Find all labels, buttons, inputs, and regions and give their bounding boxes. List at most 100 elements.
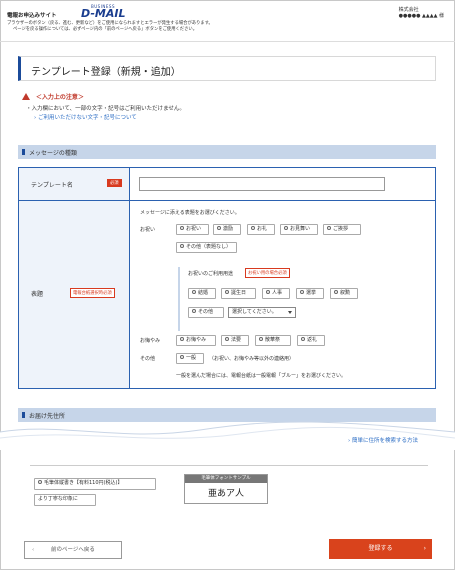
option-label: お礼 [257, 226, 268, 232]
option-oiwai[interactable]: お祝い [176, 224, 209, 235]
back-button-label: 前のページへ戻る [51, 547, 95, 553]
usage-label: お祝いのご利用用途 [188, 271, 234, 277]
hyodai-label: 表題 [31, 291, 44, 298]
caution-heading: ＜入力上の注意＞ [22, 92, 84, 101]
template-name-label-cell: テンプレート名 必須 [19, 168, 130, 200]
caution-link-row[interactable]: › ご利用いただけない文字・記号について [26, 114, 185, 123]
caution-title: ＜入力上の注意＞ [35, 94, 84, 101]
caution-text: 入力欄において、一部の文字・記号はご利用いただけません。 [31, 106, 185, 112]
usage-option-senkyo[interactable]: 選挙 [296, 288, 324, 299]
option-label: 一般 [186, 355, 197, 361]
required-badge: 必須 [107, 179, 122, 187]
font-sample-text: 亜あア人 [207, 489, 244, 499]
radio-icon [192, 289, 196, 294]
option-ippan[interactable]: 一般 [176, 353, 204, 364]
option-houyou[interactable]: 法要 [221, 335, 249, 346]
message-section-title: メッセージの種類 [29, 150, 77, 157]
option-label: お見舞い [290, 226, 311, 232]
radio-icon [301, 336, 305, 341]
option-label: 誕生日 [231, 290, 247, 296]
chevron-right-icon: › [423, 545, 426, 552]
radio-icon [266, 289, 270, 294]
template-name-input[interactable] [139, 177, 385, 191]
submit-button-label: 登録する [368, 545, 393, 552]
site-label: 電報お申込みサイト [7, 13, 57, 19]
font-sample-box: 毛筆体フォントサンプル 亜あア人 [184, 474, 268, 504]
message-form-table: テンプレート名 必須 表題 電報台紙選択時必須 メッセージに添える表題をお選びく… [18, 167, 436, 389]
radio-icon [192, 308, 196, 313]
option-label: お祝い [186, 226, 202, 232]
option-label: ご挨拶 [333, 226, 349, 232]
ippan-footer-note: 一般を選んだ場合には、電報台紙は一般電報「ブルー」をお選びください。 [176, 373, 347, 379]
hyodai-row: 表題 電報台紙選択時必須 メッセージに添える表題をお選びください。 お祝い お祝… [19, 201, 435, 388]
option-label: その他 [198, 309, 214, 315]
font-sample-caption: 毛筆体フォントサンプル [185, 475, 267, 483]
template-name-label: テンプレート名 [31, 182, 73, 189]
address-search-link-text: 簡単に住所を検索する方法 [351, 438, 418, 444]
option-label: 叙勲 [340, 290, 351, 296]
option-omimai[interactable]: お見舞い [280, 224, 318, 235]
radio-icon [180, 225, 184, 230]
radio-icon [251, 225, 255, 230]
address-search-link[interactable]: › 簡単に住所を検索する方法 [348, 436, 418, 444]
account-info: 株式会社 ●●●●● ▲▲▲▲ 様 [399, 7, 444, 19]
usage-option-birthday[interactable]: 誕生日 [221, 288, 256, 299]
option-no-title[interactable]: その他（表題なし） [176, 242, 237, 253]
page-title-box: テンプレート登録（新規・追加） [18, 56, 436, 81]
user-name: ●●●●● ▲▲▲▲ 様 [398, 13, 444, 19]
browser-notice-line2: ページを戻る操作については、必ずページ内の「前のページへ戻る」ボタンをご使用くだ… [13, 27, 197, 32]
option-label: 返礼 [307, 337, 318, 343]
conditional-required-badge: 電報台紙選択時必須 [70, 288, 115, 298]
site-header: 電報お申込みサイト BUSINESS D-MAIL ブラウザーのボタン（戻る、進… [5, 4, 450, 36]
option-label: 散華祭 [265, 337, 281, 343]
option-label: 人事 [272, 290, 283, 296]
radio-icon [180, 336, 184, 341]
message-section-header: メッセージの種類 [18, 145, 436, 159]
radio-icon [300, 289, 304, 294]
logo-main-text: D-MAIL [81, 7, 126, 20]
caution-body: ・入力欄において、一部の文字・記号はご利用いただけません。 › ご利用いただけな… [26, 105, 185, 123]
option-gekirei[interactable]: 激励 [213, 224, 241, 235]
radio-icon [38, 479, 42, 484]
template-name-row: テンプレート名 必須 [19, 168, 435, 201]
usage-select-value: 選択してください。 [232, 309, 277, 315]
option-sub-label: より丁寧な印象に [38, 496, 78, 502]
option-henrei[interactable]: 返礼 [297, 335, 325, 346]
option-orei[interactable]: お礼 [247, 224, 275, 235]
usage-select[interactable]: 選択してください。 [228, 307, 296, 318]
chevron-right-icon: › [34, 115, 37, 121]
option-sangesai[interactable]: 散華祭 [255, 335, 291, 346]
page-title: テンプレート登録（新規・追加） [31, 67, 181, 78]
usage-option-jokun[interactable]: 叙勲 [330, 288, 358, 299]
radio-icon [217, 225, 221, 230]
option-label: お悔やみ [186, 337, 207, 343]
usage-required-badge: お祝い用の場合必須 [245, 268, 290, 278]
option-label: その他（表題なし） [186, 244, 232, 250]
option-goaisatsu[interactable]: ご挨拶 [323, 224, 361, 235]
hyodai-label-cell: 表題 電報台紙選択時必須 [19, 201, 130, 388]
back-button[interactable]: ‹ 前のページへ戻る [24, 541, 122, 559]
usage-option-other[interactable]: その他 [188, 307, 224, 318]
radio-icon [284, 225, 288, 230]
radio-icon [259, 336, 263, 341]
usage-option-kekkon[interactable]: 結婚 [188, 288, 216, 299]
oiwai-group-label: お祝い [140, 227, 156, 233]
usage-option-jinji[interactable]: 人事 [262, 288, 290, 299]
section-marker [22, 149, 25, 155]
radio-icon [225, 289, 229, 294]
radio-icon [225, 336, 229, 341]
option-label: 選挙 [306, 290, 317, 296]
header-divider [0, 41, 455, 42]
chevron-right-icon: › [348, 438, 351, 444]
submit-button[interactable]: 登録する › [329, 539, 432, 559]
radio-icon [180, 354, 184, 359]
option-label: 法要 [231, 337, 242, 343]
option-okuyami[interactable]: お悔やみ [176, 335, 216, 346]
option-brush-vertical[interactable]: 毛筆体縦書き【有料110円(税込)】 [34, 478, 156, 490]
chevron-left-icon: ‹ [32, 547, 35, 553]
radio-icon [334, 289, 338, 294]
unusable-chars-link[interactable]: ご利用いただけない文字・記号について [38, 115, 137, 121]
radio-icon [180, 243, 184, 248]
option-label: 毛筆体縦書き【有料110円(税込)】 [44, 480, 123, 486]
option-label: 結婚 [198, 290, 209, 296]
